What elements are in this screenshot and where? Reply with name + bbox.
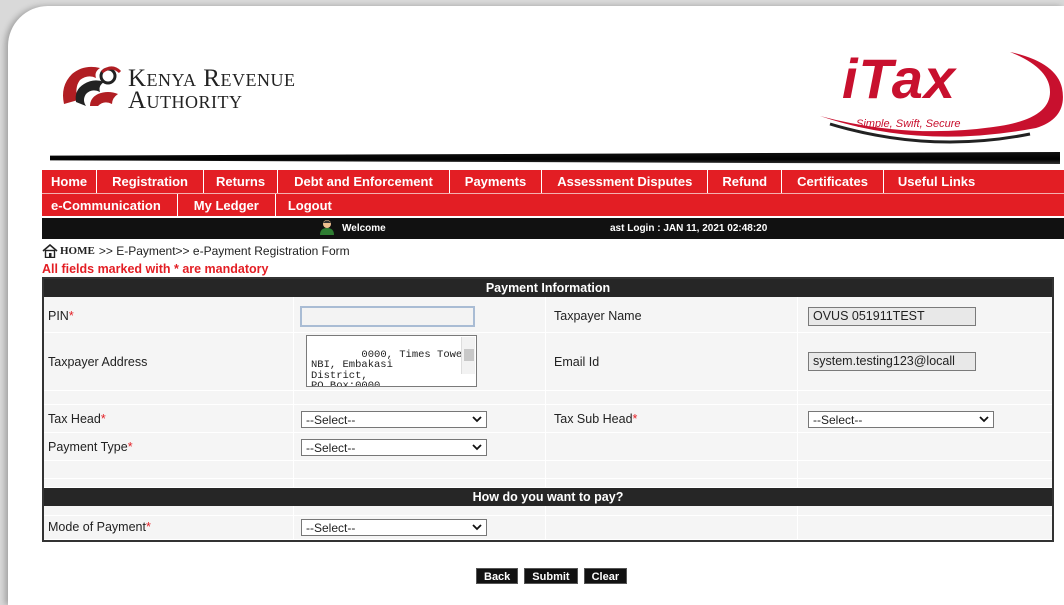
tax-head-label: Tax Head* [48, 412, 106, 426]
nav-item-my-ledger[interactable]: My Ledger [178, 194, 276, 216]
itax-brand-word: iTax [842, 47, 956, 110]
nav-row-2: e-Communication My Ledger Logout [42, 193, 1064, 216]
empty-row [44, 479, 1052, 488]
tax-head-select[interactable]: --Select-- [301, 411, 487, 428]
empty-row [44, 461, 1052, 479]
nav-item-returns[interactable]: Returns [204, 170, 279, 193]
home-icon[interactable] [42, 244, 58, 258]
nav-item-payments[interactable]: Payments [450, 170, 543, 193]
breadcrumb-trail: >> E-Payment>> e-Payment Registration Fo… [98, 244, 350, 258]
email-field[interactable]: system.testing123@locall [808, 352, 976, 371]
clear-button[interactable]: Clear [583, 568, 628, 584]
payment-type-row: Payment Type* --Select-- [44, 433, 1052, 461]
nav-item-useful-links[interactable]: Useful Links [884, 170, 989, 193]
spacer-row [44, 506, 1052, 516]
kra-lion-logo-icon [63, 66, 122, 106]
last-login-text: ast Login : JAN 11, 2021 02:48:20 [610, 223, 768, 234]
main-nav: Home Registration Returns Debt and Enfor… [42, 170, 1064, 216]
kra-name: Kenya Revenue Authority [128, 66, 295, 114]
chevron-down-icon [472, 444, 482, 451]
chevron-down-icon [472, 524, 482, 531]
payment-type-label: Payment Type* [48, 440, 133, 454]
pin-input[interactable] [300, 306, 475, 327]
page: Kenya Revenue Authority iTax Simple, Swi… [30, 24, 1064, 599]
nav-item-registration[interactable]: Registration [97, 170, 204, 193]
mandatory-note: All fields marked with * are mandatory [42, 262, 269, 276]
payment-type-select[interactable]: --Select-- [301, 439, 487, 456]
pin-row: PIN* Taxpayer Name OVUS 051911TEST [44, 297, 1052, 333]
itax-tagline: Simple, Swift, Secure [856, 118, 961, 130]
address-scrollbar[interactable] [461, 337, 475, 374]
nav-item-refund[interactable]: Refund [708, 170, 783, 193]
chevron-down-icon [472, 416, 482, 423]
breadcrumb-home[interactable]: HOME [60, 245, 95, 257]
org-name-line2: Authority [128, 87, 243, 114]
screenshot-frame: Kenya Revenue Authority iTax Simple, Swi… [8, 6, 1064, 605]
submit-button[interactable]: Submit [524, 568, 578, 584]
taxpayer-name-field[interactable]: OVUS 051911TEST [808, 307, 976, 326]
nav-item-certificates[interactable]: Certificates [782, 170, 884, 193]
nav-item-assessment-disputes[interactable]: Assessment Disputes [542, 170, 709, 193]
taxpayer-name-label: Taxpayer Name [554, 309, 642, 323]
spacer-row [44, 391, 1052, 405]
nav-item-logout[interactable]: Logout [276, 194, 344, 216]
nav-item-debt-enforcement[interactable]: Debt and Enforcement [278, 170, 450, 193]
tax-sub-head-label: Tax Sub Head* [554, 412, 638, 426]
breadcrumb: HOME >> E-Payment>> e-Payment Registrati… [42, 244, 350, 258]
mode-of-payment-row: Mode of Payment* --Select-- [44, 516, 1052, 540]
welcome-bar: Welcome ast Login : JAN 11, 2021 02:48:2… [42, 218, 1064, 239]
payment-information-header: Payment Information [44, 279, 1052, 297]
taxpayer-address-textarea[interactable]: 0000, Times Tower, NBI, Embakasi Distric… [306, 335, 477, 387]
payment-form: Payment Information PIN* Taxpayer Name O… [42, 277, 1054, 542]
form-buttons: Back Submit Clear [476, 568, 628, 584]
pin-label: PIN* [48, 309, 74, 323]
tax-sub-head-select[interactable]: --Select-- [808, 411, 994, 428]
how-to-pay-header: How do you want to pay? [44, 488, 1052, 506]
chevron-down-icon [979, 416, 989, 423]
back-button[interactable]: Back [476, 568, 519, 584]
user-avatar-icon [320, 220, 334, 235]
nav-row-1: Home Registration Returns Debt and Enfor… [42, 170, 1064, 193]
nav-item-e-communication[interactable]: e-Communication [42, 194, 178, 216]
taxpayer-address-label: Taxpayer Address [48, 355, 148, 369]
nav-item-home[interactable]: Home [42, 170, 98, 193]
mode-of-payment-select[interactable]: --Select-- [301, 519, 487, 536]
header-divider [50, 152, 1060, 164]
tax-head-row: Tax Head* --Select-- Tax Sub Head* --Sel… [44, 405, 1052, 433]
address-row: Taxpayer Address 0000, Times Tower, NBI,… [44, 333, 1052, 391]
welcome-text: Welcome [342, 223, 386, 234]
mode-of-payment-label: Mode of Payment* [48, 520, 151, 534]
email-label: Email Id [554, 355, 600, 369]
